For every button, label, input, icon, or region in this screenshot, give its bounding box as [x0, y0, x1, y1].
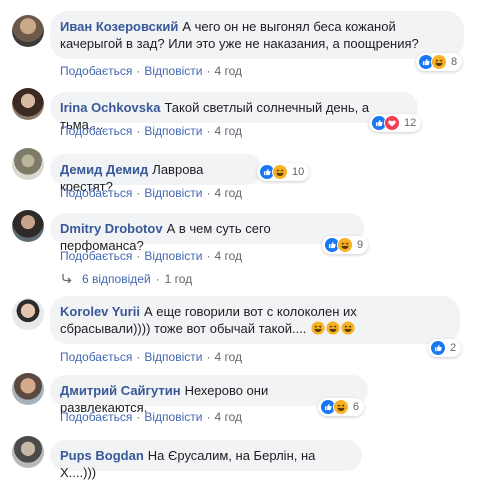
comment-actions: Подобається · Відповісти · 4 год — [60, 64, 242, 78]
laugh-emoji-icon — [341, 321, 355, 335]
avatar[interactable] — [12, 436, 44, 468]
avatar[interactable] — [12, 298, 44, 330]
comment-actions: Подобається · Відповісти · 4 год — [60, 410, 242, 424]
like-link[interactable]: Подобається — [60, 410, 132, 424]
haha-icon — [337, 237, 353, 253]
haha-icon — [431, 54, 447, 70]
comment-author[interactable]: Korolev Yurii — [60, 304, 140, 319]
reaction-summary[interactable]: 2 — [428, 339, 462, 357]
reaction-summary[interactable]: 6 — [318, 398, 365, 416]
comment-actions: Подобається · Відповісти · 4 год — [60, 124, 242, 138]
like-link[interactable]: Подобається — [60, 64, 132, 78]
comment-bubble: Демид Демид Лаврова крестят? — [50, 154, 262, 194]
separator: · — [206, 124, 211, 138]
reply-link[interactable]: Відповісти — [144, 186, 202, 200]
like-link[interactable]: Подобається — [60, 124, 132, 138]
avatar[interactable] — [12, 88, 44, 120]
like-icon — [430, 340, 446, 356]
laugh-emoji-icon — [326, 321, 340, 335]
separator: · — [136, 249, 141, 263]
comment-time[interactable]: 4 год — [214, 249, 242, 263]
comment-author[interactable]: Pups Bogdan — [60, 448, 144, 463]
comment-actions: Подобається · Відповісти · 4 год — [60, 186, 242, 200]
like-link[interactable]: Подобається — [60, 249, 132, 263]
separator: · — [155, 272, 160, 286]
comment-author[interactable]: Иван Козеровский — [60, 19, 178, 34]
love-icon — [384, 115, 400, 131]
reply-arrow-icon — [62, 272, 72, 286]
reaction-summary[interactable]: 10 — [257, 163, 310, 181]
comment-author[interactable]: Дмитрий Сайгутин — [60, 383, 181, 398]
replies-time: 1 год — [164, 272, 193, 286]
separator: · — [136, 410, 141, 424]
avatar[interactable] — [12, 15, 44, 47]
laugh-emoji-icon — [311, 321, 325, 335]
comment-actions: Подобається · Відповісти · 4 год — [60, 350, 242, 364]
reply-link[interactable]: Відповісти — [144, 249, 202, 263]
comment-author[interactable]: Irina Ochkovska — [60, 100, 160, 115]
separator: · — [136, 350, 141, 364]
reaction-count: 9 — [357, 239, 364, 251]
comment-bubble: Irina Ochkovska Такой светлый солнечный д… — [50, 92, 418, 132]
reply-link[interactable]: Відповісти — [144, 64, 202, 78]
comment-time[interactable]: 4 год — [214, 186, 242, 200]
reply-link[interactable]: Відповісти — [144, 350, 202, 364]
reply-link[interactable]: Відповісти — [144, 124, 202, 138]
reaction-summary[interactable]: 8 — [416, 53, 463, 71]
like-link[interactable]: Подобається — [60, 186, 132, 200]
comment-time[interactable]: 4 год — [214, 350, 242, 364]
avatar[interactable] — [12, 148, 44, 180]
reaction-count: 6 — [353, 401, 360, 413]
separator: · — [206, 410, 211, 424]
separator: · — [136, 186, 141, 200]
comment-bubble: Pups Bogdan На Єрусалим, на Берлін, на Х.… — [50, 440, 362, 480]
separator: · — [206, 350, 211, 364]
reaction-summary[interactable]: 9 — [322, 236, 369, 254]
separator: · — [206, 186, 211, 200]
reaction-count: 2 — [450, 342, 457, 354]
reaction-count: 12 — [404, 117, 417, 129]
comment-actions: Подобається · Відповісти · 4 год — [60, 249, 242, 263]
comment-bubble: Korolev Yurii А еще говорили вот с колоко… — [50, 296, 460, 344]
separator: · — [206, 64, 211, 78]
avatar[interactable] — [12, 373, 44, 405]
view-replies-link[interactable]: 6 відповідей · 1 год — [62, 272, 192, 286]
reply-link[interactable]: Відповісти — [144, 410, 202, 424]
comment-time[interactable]: 4 год — [214, 64, 242, 78]
replies-count[interactable]: 6 відповідей — [82, 272, 151, 286]
haha-icon — [272, 164, 288, 180]
comment-bubble: Dmitry Drobotov А в чем суть сего перфома… — [50, 213, 364, 253]
like-link[interactable]: Подобається — [60, 350, 132, 364]
comment-author[interactable]: Dmitry Drobotov — [60, 221, 163, 236]
separator: · — [206, 249, 211, 263]
comment-bubble: Иван Козеровский А чего он не выгонял бес… — [50, 11, 464, 59]
comment-time[interactable]: 4 год — [214, 124, 242, 138]
separator: · — [136, 64, 141, 78]
avatar[interactable] — [12, 210, 44, 242]
comment-author[interactable]: Демид Демид — [60, 162, 148, 177]
reaction-count: 8 — [451, 56, 458, 68]
separator: · — [136, 124, 141, 138]
reaction-count: 10 — [292, 166, 305, 178]
reaction-summary[interactable]: 12 — [369, 114, 422, 132]
comment-time[interactable]: 4 год — [214, 410, 242, 424]
haha-icon — [333, 399, 349, 415]
